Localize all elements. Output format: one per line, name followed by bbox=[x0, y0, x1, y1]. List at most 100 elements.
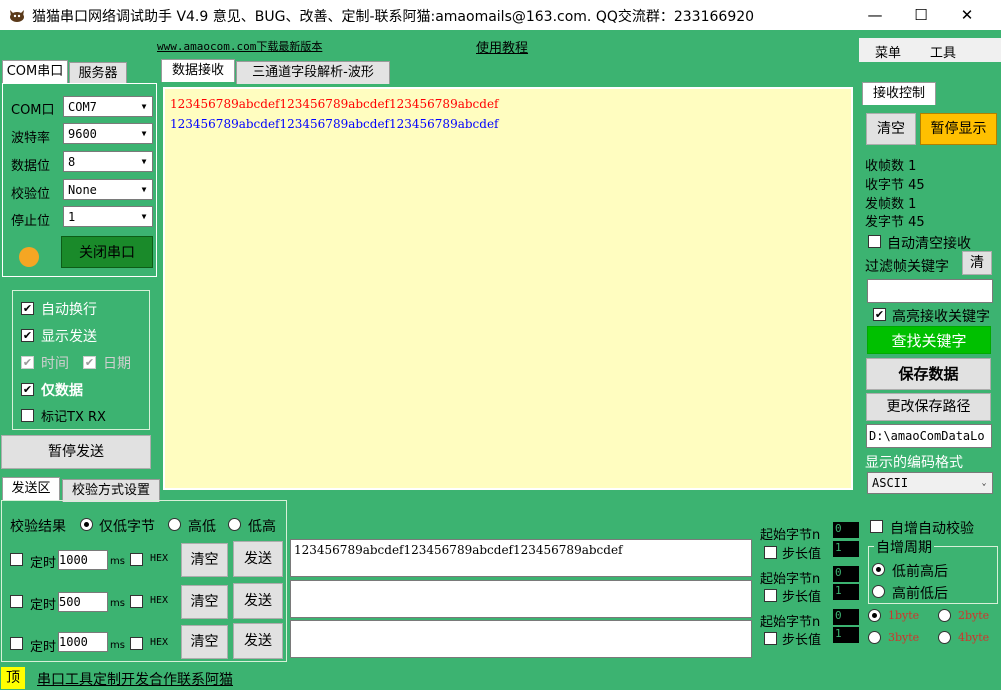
timer-interval-input[interactable]: 1000 bbox=[58, 632, 108, 652]
menu-item-tools[interactable]: 工具 bbox=[930, 42, 956, 61]
timer-interval-input[interactable]: 500 bbox=[58, 592, 108, 612]
low-high-radio[interactable] bbox=[228, 518, 241, 531]
timer-label: 定时 bbox=[30, 640, 57, 655]
close-port-button[interactable]: 关闭串口 bbox=[61, 236, 153, 268]
auto-period-label: 自增周期 bbox=[874, 537, 934, 557]
data-only-checkbox[interactable]: ✔ bbox=[21, 383, 34, 396]
chevron-down-icon: ▼ bbox=[141, 212, 147, 221]
maximize-button[interactable]: ☐ bbox=[898, 0, 944, 30]
time-checkbox[interactable]: ✔ bbox=[21, 356, 34, 369]
title-bar: 猫猫串口网络调试助手 V4.9 意见、BUG、改善、定制-联系阿猫:amaoma… bbox=[0, 0, 1001, 30]
start-byte-input[interactable]: 0 bbox=[833, 609, 859, 625]
filter-keyword-input[interactable] bbox=[867, 279, 993, 303]
stop-bits-select[interactable]: 1 ▼ bbox=[63, 206, 153, 227]
menu-item-menu[interactable]: 菜单 bbox=[875, 42, 901, 61]
low-first-radio[interactable] bbox=[872, 563, 885, 576]
timer-unit: ms bbox=[110, 640, 125, 651]
pause-send-button[interactable]: 暂停发送 bbox=[1, 435, 151, 469]
clear-send-button[interactable]: 清空 bbox=[181, 585, 228, 619]
receive-area[interactable]: 123456789abcdef123456789abcdef123456789a… bbox=[163, 87, 853, 490]
save-path-input[interactable]: D:\amaoComDataLo bbox=[866, 424, 992, 448]
auto-checksum-checkbox[interactable] bbox=[870, 520, 883, 533]
hex-checkbox[interactable] bbox=[130, 553, 143, 566]
data-only-label: 仅数据 bbox=[41, 383, 83, 399]
data-bits-select[interactable]: 8 ▼ bbox=[63, 151, 153, 172]
high-low-label: 高低 bbox=[188, 519, 216, 535]
baud-label: 波特率 bbox=[11, 131, 51, 146]
4byte-radio[interactable] bbox=[938, 631, 951, 644]
clear-send-button[interactable]: 清空 bbox=[181, 543, 228, 577]
step-input[interactable]: 1 bbox=[833, 541, 859, 557]
find-keyword-button[interactable]: 查找关键字 bbox=[867, 326, 991, 354]
com-label: COM口 bbox=[11, 103, 55, 118]
pause-display-button[interactable]: 暂停显示 bbox=[920, 113, 997, 145]
tab-data-receive[interactable]: 数据接收 bbox=[161, 59, 235, 82]
send-button[interactable]: 发送 bbox=[233, 583, 283, 619]
options-panel: ✔ 自动换行 ✔ 显示发送 ✔ 时间 ✔ 日期 ✔ 仅数据 标记TX RX bbox=[12, 290, 150, 430]
low-byte-radio[interactable] bbox=[80, 518, 93, 531]
timer-checkbox[interactable] bbox=[10, 553, 23, 566]
send-button[interactable]: 发送 bbox=[233, 623, 283, 659]
minimize-button[interactable]: — bbox=[852, 0, 898, 30]
show-send-label: 显示发送 bbox=[41, 329, 97, 345]
3byte-radio[interactable] bbox=[868, 631, 881, 644]
close-button[interactable]: ✕ bbox=[944, 0, 990, 30]
step-input[interactable]: 1 bbox=[833, 584, 859, 600]
step-checkbox[interactable] bbox=[764, 589, 777, 602]
parity-select[interactable]: None ▼ bbox=[63, 179, 153, 200]
send-button[interactable]: 发送 bbox=[233, 541, 283, 577]
com-select[interactable]: COM7 ▼ bbox=[63, 96, 153, 117]
step-label: 步长值 bbox=[782, 590, 822, 605]
tab-com[interactable]: COM串口 bbox=[2, 60, 68, 83]
timer-checkbox[interactable] bbox=[10, 637, 23, 650]
checksum-result-label: 校验结果 bbox=[10, 519, 66, 535]
start-byte-input[interactable]: 0 bbox=[833, 566, 859, 582]
timer-label: 定时 bbox=[30, 598, 57, 613]
rx-byte-count: 收字节 45 bbox=[865, 178, 925, 193]
step-input[interactable]: 1 bbox=[833, 627, 859, 643]
encoding-select[interactable]: ASCII ⌄ bbox=[867, 472, 993, 494]
tab-checksum-settings[interactable]: 校验方式设置 bbox=[62, 479, 160, 502]
1byte-radio[interactable] bbox=[868, 609, 881, 622]
timer-label: 定时 bbox=[30, 556, 57, 571]
auto-newline-checkbox[interactable]: ✔ bbox=[21, 302, 34, 315]
baud-select[interactable]: 9600 ▼ bbox=[63, 123, 153, 144]
hex-label: HEX bbox=[150, 637, 169, 648]
contact-link[interactable]: 串口工具定制开发合作联系阿猫 bbox=[37, 669, 233, 689]
high-first-radio[interactable] bbox=[872, 585, 885, 598]
tutorial-link[interactable]: 使用教程 bbox=[476, 37, 528, 56]
auto-clear-checkbox[interactable] bbox=[868, 235, 881, 248]
pin-top-button[interactable]: 顶 bbox=[1, 667, 25, 689]
mark-txrx-checkbox[interactable] bbox=[21, 409, 34, 422]
change-path-button[interactable]: 更改保存路径 bbox=[866, 393, 991, 421]
tab-send-area[interactable]: 发送区 bbox=[2, 477, 60, 500]
start-byte-input[interactable]: 0 bbox=[833, 522, 859, 538]
send-input[interactable] bbox=[290, 580, 752, 618]
increment-panel: 起始字节n 0 步长值 1 起始字节n 0 步长值 1 起始字节n 0 步长值 … bbox=[756, 510, 1001, 662]
timer-checkbox[interactable] bbox=[10, 595, 23, 608]
high-first-label: 高前低后 bbox=[892, 586, 948, 602]
tab-receive-control[interactable]: 接收控制 bbox=[862, 82, 936, 105]
send-input[interactable] bbox=[290, 620, 752, 658]
tab-three-channel[interactable]: 三通道字段解析-波形 bbox=[236, 61, 390, 84]
save-data-button[interactable]: 保存数据 bbox=[866, 358, 991, 390]
step-checkbox[interactable] bbox=[764, 632, 777, 645]
show-send-checkbox[interactable]: ✔ bbox=[21, 329, 34, 342]
high-low-radio[interactable] bbox=[168, 518, 181, 531]
step-checkbox[interactable] bbox=[764, 546, 777, 559]
date-checkbox[interactable]: ✔ bbox=[83, 356, 96, 369]
download-link[interactable]: www.amaocom.com下载最新版本 bbox=[157, 38, 322, 54]
tab-server[interactable]: 服务器 bbox=[69, 62, 127, 85]
send-input[interactable]: 123456789abcdef123456789abcdef123456789a… bbox=[290, 539, 752, 577]
timer-interval-input[interactable]: 1000 bbox=[58, 550, 108, 570]
highlight-checkbox[interactable]: ✔ bbox=[873, 308, 886, 321]
2byte-radio[interactable] bbox=[938, 609, 951, 622]
auto-newline-label: 自动换行 bbox=[41, 302, 97, 318]
clear-send-button[interactable]: 清空 bbox=[181, 625, 228, 659]
clear-receive-button[interactable]: 清空 bbox=[866, 113, 916, 145]
data-bits-label: 数据位 bbox=[11, 159, 51, 174]
hex-checkbox[interactable] bbox=[130, 595, 143, 608]
2byte-label: 2byte bbox=[958, 609, 990, 622]
hex-checkbox[interactable] bbox=[130, 637, 143, 650]
filter-clear-button[interactable]: 清 bbox=[962, 251, 992, 275]
